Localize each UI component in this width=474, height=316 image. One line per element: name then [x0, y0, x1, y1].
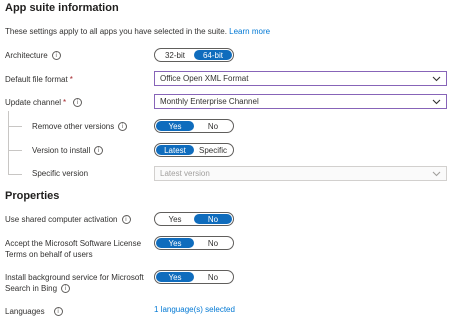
accept-license-toggle[interactable]: Yes No [154, 236, 234, 250]
info-icon[interactable]: i [61, 284, 71, 294]
accept-license-option-no[interactable]: No [194, 238, 232, 248]
shared-computer-option-yes[interactable]: Yes [156, 214, 194, 224]
chevron-down-icon [431, 97, 441, 107]
update-channel-dropdown[interactable]: Monthly Enterprise Channel [154, 94, 447, 109]
remove-versions-option-no[interactable]: No [194, 121, 232, 131]
background-service-option-yes[interactable]: Yes [156, 272, 194, 282]
accept-license-label-line2: Terms on behalf of users [5, 250, 93, 259]
shared-computer-toggle[interactable]: Yes No [154, 212, 234, 226]
tree-branch [8, 150, 22, 151]
shared-computer-label: Use shared computer activation [5, 215, 118, 224]
section-title-properties: Properties [5, 190, 60, 202]
tree-branch [8, 174, 22, 175]
file-format-value: Office Open XML Format [160, 74, 249, 83]
background-service-label-line1: Install background service for Microsoft [5, 273, 144, 282]
required-mark: * [63, 98, 67, 107]
update-channel-value: Monthly Enterprise Channel [160, 97, 259, 106]
remove-versions-row-label: Remove other versions i [32, 122, 128, 132]
background-service-toggle[interactable]: Yes No [154, 270, 234, 284]
info-icon[interactable]: i [53, 307, 63, 316]
background-service-option-no[interactable]: No [194, 272, 232, 282]
remove-versions-toggle[interactable]: Yes No [154, 119, 234, 133]
tree-branch [8, 126, 22, 127]
architecture-option-32bit[interactable]: 32-bit [156, 50, 194, 60]
shared-computer-row-label: Use shared computer activation i [5, 215, 131, 225]
chevron-down-icon [431, 169, 441, 179]
architecture-option-64bit[interactable]: 64-bit [194, 50, 232, 60]
version-install-label: Version to install [32, 146, 91, 155]
specific-version-label: Specific version [32, 169, 89, 178]
info-icon[interactable]: i [94, 146, 104, 156]
specific-version-dropdown[interactable]: Latest version [154, 166, 447, 181]
chevron-down-icon [431, 74, 441, 84]
languages-row-label: Languages i [5, 307, 63, 316]
architecture-label: Architecture [5, 51, 48, 60]
required-mark: * [69, 75, 73, 84]
remove-versions-label: Remove other versions [32, 122, 115, 131]
file-format-row-label: Default file format * [5, 75, 73, 84]
architecture-row-label: Architecture i [5, 51, 61, 61]
info-icon[interactable]: i [118, 122, 128, 132]
file-format-label: Default file format [5, 75, 68, 84]
remove-versions-option-yes[interactable]: Yes [156, 121, 194, 131]
tree-connector [8, 111, 9, 174]
update-channel-label: Update channel [5, 98, 62, 107]
info-icon[interactable]: i [121, 215, 131, 225]
version-install-row-label: Version to install i [32, 146, 104, 156]
description-text: These settings apply to all apps you hav… [5, 27, 227, 36]
background-service-label-line2: Search in Bing [5, 284, 58, 293]
info-icon[interactable]: i [51, 51, 61, 61]
accept-license-row-label: Accept the Microsoft Software License Te… [5, 238, 141, 260]
section-title-app-suite: App suite information [5, 2, 119, 14]
shared-computer-option-no[interactable]: No [194, 214, 232, 224]
file-format-dropdown[interactable]: Office Open XML Format [154, 71, 447, 86]
languages-selected-link[interactable]: 1 language(s) selected [154, 305, 235, 314]
version-install-option-latest[interactable]: Latest [156, 145, 194, 155]
info-icon[interactable]: i [73, 98, 83, 108]
background-service-row-label: Install background service for Microsoft… [5, 272, 144, 294]
architecture-toggle[interactable]: 32-bit 64-bit [154, 48, 234, 62]
version-install-toggle[interactable]: Latest Specific [154, 143, 234, 157]
version-install-option-specific[interactable]: Specific [194, 145, 232, 155]
section-description: These settings apply to all apps you hav… [5, 27, 270, 36]
languages-label: Languages [5, 307, 45, 316]
update-channel-row-label: Update channel * i [5, 98, 83, 108]
accept-license-label-line1: Accept the Microsoft Software License [5, 239, 142, 248]
learn-more-link[interactable]: Learn more [229, 27, 270, 36]
accept-license-option-yes[interactable]: Yes [156, 238, 194, 248]
specific-version-placeholder: Latest version [160, 169, 210, 178]
